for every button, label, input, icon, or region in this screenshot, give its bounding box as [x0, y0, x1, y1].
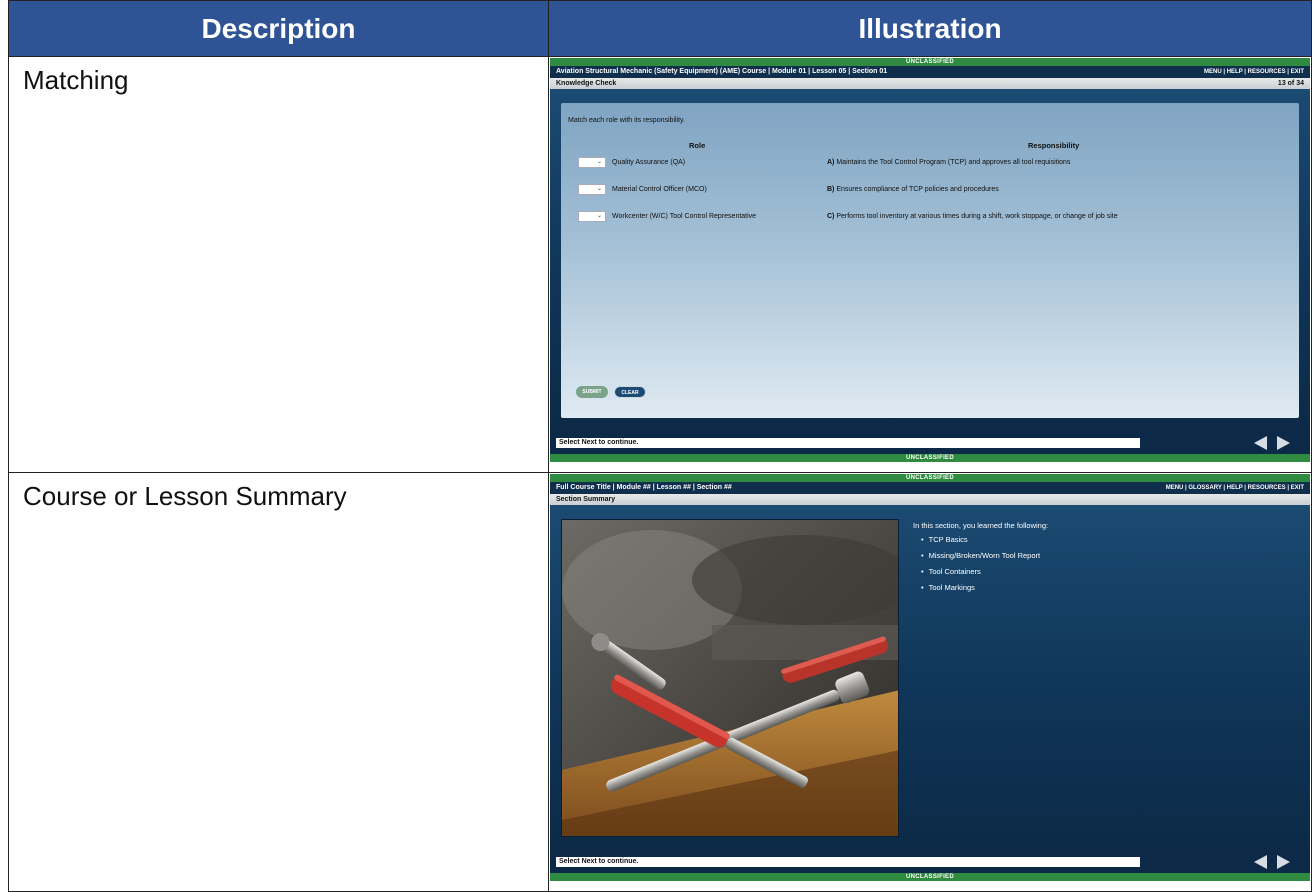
nav-arrows: [1254, 855, 1290, 869]
nav-arrows: [1254, 436, 1290, 450]
page-counter: 13 of 34: [1277, 80, 1304, 87]
back-arrow-icon[interactable]: [1254, 436, 1267, 450]
knowledge-check-panel: Match each role with its responsibility.…: [561, 103, 1299, 418]
list-item: Tool Markings: [921, 583, 1048, 592]
table-row: Course or Lesson Summary UNCLASSIFIED Fu…: [8, 472, 1312, 892]
section-bar: Section Summary: [550, 494, 1310, 505]
status-message: Select Next to continue.: [556, 438, 1140, 448]
section-title: Section Summary: [556, 496, 616, 503]
responsibility-text: Performs tool inventory at various times…: [836, 213, 1118, 220]
list-item: TCP Basics: [921, 535, 1048, 544]
row-illustration: UNCLASSIFIED Full Course Title | Module …: [548, 472, 1312, 892]
document-table: Description Illustration Matching UNCLAS…: [8, 0, 1312, 892]
submit-button[interactable]: SUBMIT: [576, 386, 608, 398]
list-item: Tool Containers: [921, 567, 1048, 576]
responsibility-item: A) Maintains the Tool Control Program (T…: [827, 159, 1070, 166]
classification-banner-top: UNCLASSIFIED: [550, 474, 1310, 482]
role-label: Workcenter (W/C) Tool Control Representa…: [612, 213, 757, 220]
responsibility-letter: B): [827, 186, 835, 193]
summary-list: TCP Basics Missing/Broken/Worn Tool Repo…: [913, 535, 1048, 592]
content-stage: In this section, you learned the followi…: [550, 505, 1310, 851]
row-description: Course or Lesson Summary: [8, 472, 549, 892]
responsibility-letter: C): [827, 213, 835, 220]
course-window-summary: UNCLASSIFIED Full Course Title | Module …: [550, 474, 1310, 881]
role-header: Role: [689, 141, 706, 150]
row-illustration: UNCLASSIFIED Aviation Structural Mechani…: [548, 56, 1312, 473]
table-header-row: Description Illustration: [8, 0, 1312, 57]
clear-button[interactable]: CLEAR: [614, 386, 646, 398]
responsibility-item: B) Ensures compliance of TCP policies an…: [827, 186, 999, 193]
role-label: Material Control Officer (MCO): [612, 186, 707, 193]
role-row: ⌄ Workcenter (W/C) Tool Control Represen…: [578, 211, 756, 222]
course-title: Aviation Structural Mechanic (Safety Equ…: [556, 68, 888, 75]
responsibility-text: Ensures compliance of TCP policies and p…: [836, 186, 999, 193]
summary-intro: In this section, you learned the followi…: [913, 521, 1049, 530]
match-dropdown[interactable]: ⌄: [578, 157, 606, 168]
role-label: Quality Assurance (QA): [612, 159, 686, 166]
course-window-matching: UNCLASSIFIED Aviation Structural Mechani…: [550, 58, 1310, 462]
classification-banner-bottom: UNCLASSIFIED: [550, 454, 1310, 462]
instruction-text: Match each role with its responsibility.: [568, 117, 685, 124]
role-row: ⌄ Quality Assurance (QA): [578, 157, 685, 168]
match-dropdown[interactable]: ⌄: [578, 211, 606, 222]
back-arrow-icon[interactable]: [1254, 855, 1267, 869]
header-description: Description: [8, 0, 549, 57]
list-item: Missing/Broken/Worn Tool Report: [921, 551, 1048, 560]
table-row: Matching UNCLASSIFIED Aviation Structura…: [8, 56, 1312, 473]
classification-banner-top: UNCLASSIFIED: [550, 58, 1310, 66]
wrench-image-icon: [562, 520, 898, 836]
responsibility-text: Maintains the Tool Control Program (TCP)…: [836, 159, 1071, 166]
next-arrow-icon[interactable]: [1277, 855, 1290, 869]
course-title-bar: Full Course Title | Module ## | Lesson #…: [550, 482, 1310, 494]
next-arrow-icon[interactable]: [1277, 436, 1290, 450]
header-illustration: Illustration: [548, 0, 1312, 57]
tools-photo: [561, 519, 899, 837]
section-title: Knowledge Check: [556, 80, 617, 87]
course-title-bar: Aviation Structural Mechanic (Safety Equ…: [550, 66, 1310, 78]
course-title: Full Course Title | Module ## | Lesson #…: [556, 484, 732, 491]
responsibility-header: Responsibility: [1028, 141, 1080, 150]
status-message: Select Next to continue.: [556, 857, 1140, 867]
responsibility-item: C) Performs tool inventory at various ti…: [827, 213, 1118, 220]
navigation-footer: Select Next to continue.: [550, 851, 1310, 873]
role-row: ⌄ Material Control Officer (MCO): [578, 184, 707, 195]
summary-text: In this section, you learned the followi…: [913, 521, 1048, 599]
section-bar: Knowledge Check 13 of 34: [550, 78, 1310, 89]
course-menu[interactable]: MENU | HELP | RESOURCES | EXIT: [1204, 66, 1304, 78]
content-stage: Match each role with its responsibility.…: [550, 89, 1310, 432]
match-dropdown[interactable]: ⌄: [578, 184, 606, 195]
classification-banner-bottom: UNCLASSIFIED: [550, 873, 1310, 881]
row-description: Matching: [8, 56, 549, 473]
responsibility-letter: A): [827, 159, 835, 166]
course-menu[interactable]: MENU | GLOSSARY | HELP | RESOURCES | EXI…: [1166, 482, 1304, 494]
navigation-footer: Select Next to continue.: [550, 432, 1310, 454]
